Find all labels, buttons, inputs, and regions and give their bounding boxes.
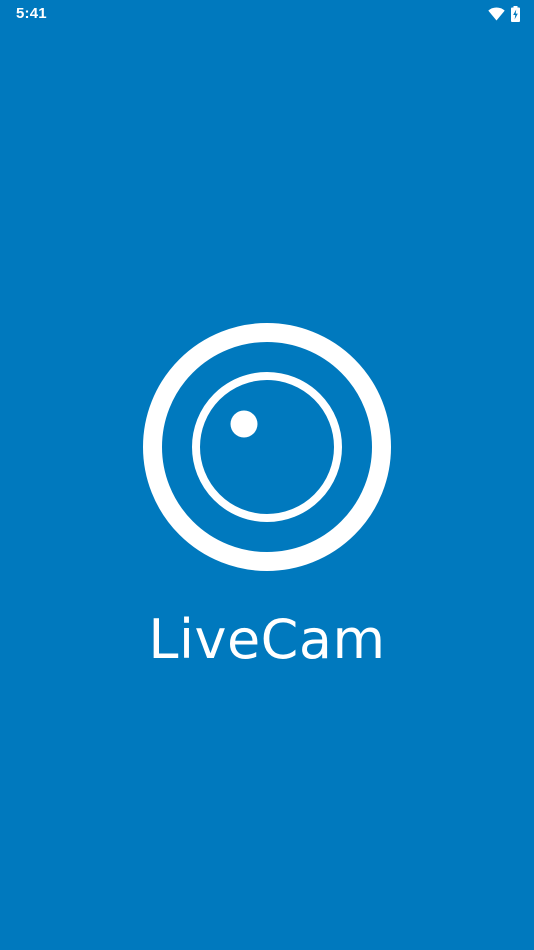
splash-content: LiveCam [0, 0, 534, 950]
app-name: LiveCam [148, 608, 386, 671]
splash-screen: 5:41 LiveCam [0, 0, 534, 950]
camera-lens-icon [143, 323, 391, 571]
